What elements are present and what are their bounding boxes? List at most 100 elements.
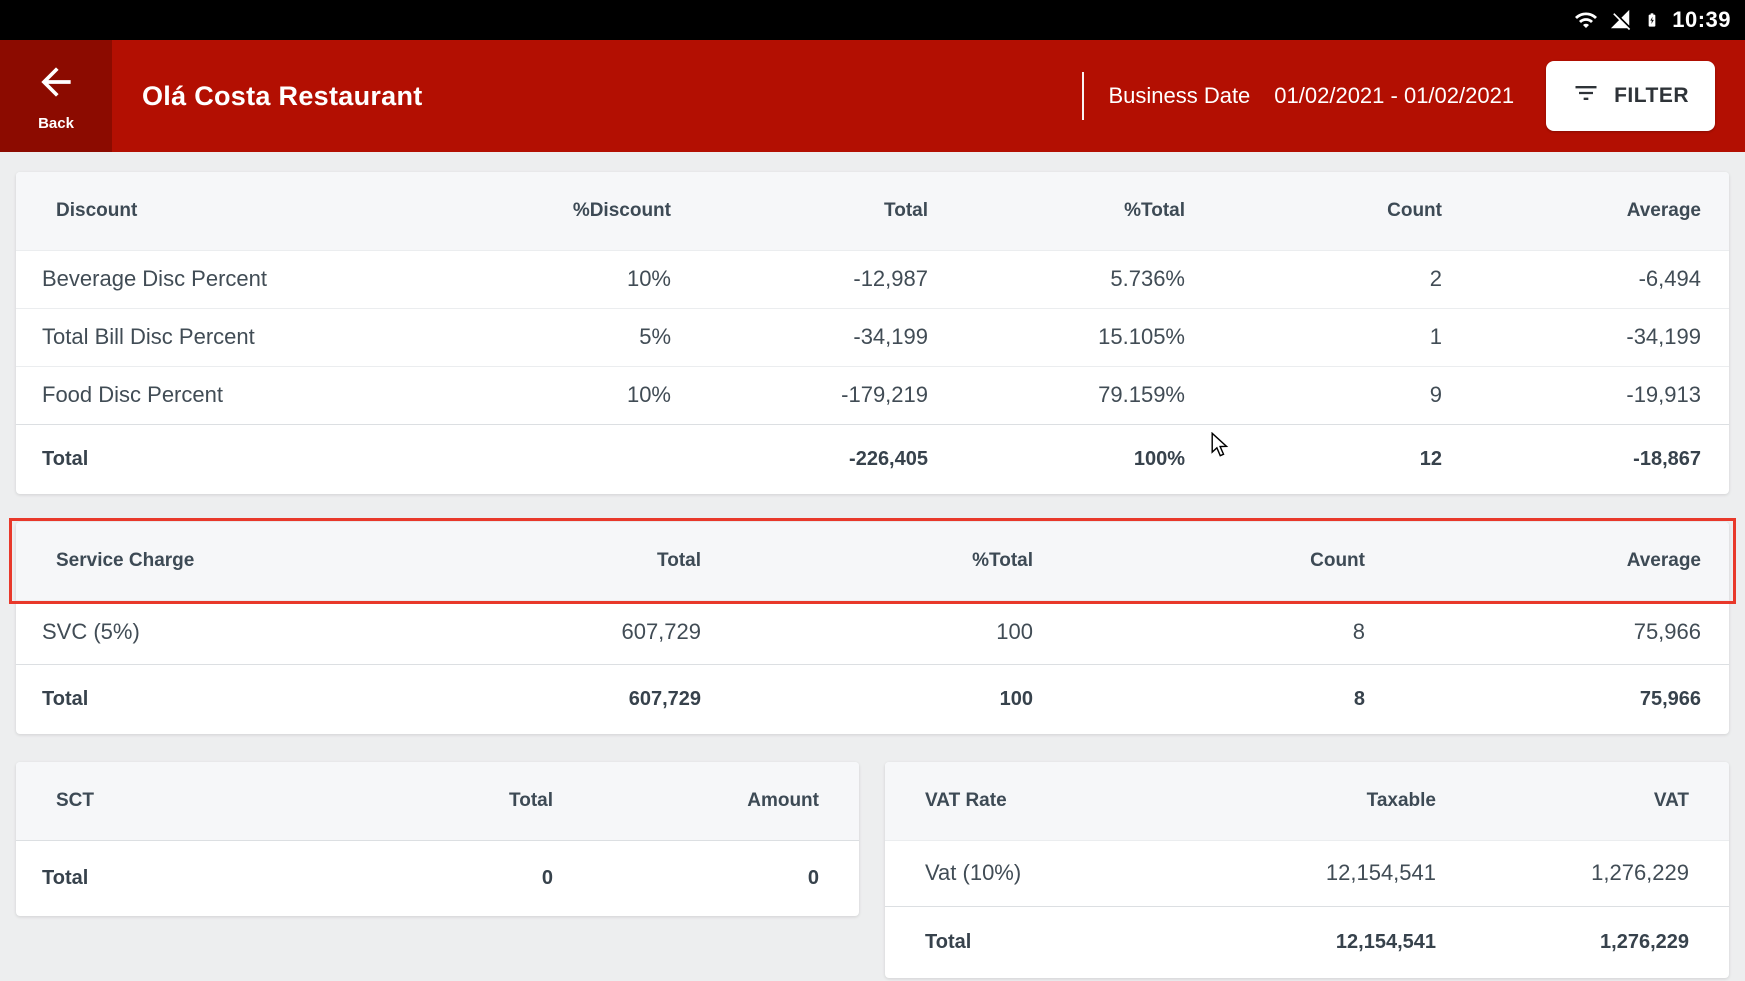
- discount-table: Discount%DiscountTotal%TotalCountAverage…: [16, 172, 1729, 494]
- cell: 100: [713, 600, 1045, 664]
- total-cell: 100%: [940, 424, 1197, 494]
- header-row: SCTTotalAmount: [16, 762, 859, 840]
- total-cell: Total: [16, 664, 381, 734]
- column-header: Discount: [16, 172, 426, 250]
- cell: Beverage Disc Percent: [16, 250, 426, 308]
- column-header: Average: [1454, 172, 1729, 250]
- column-header: Count: [1045, 522, 1377, 600]
- service-charge-table: Service ChargeTotal%TotalCountAverageSVC…: [16, 522, 1729, 734]
- status-bar: 10:39: [0, 0, 1745, 40]
- total-cell: 12,154,541: [1175, 906, 1448, 978]
- cell: 75,966: [1377, 600, 1729, 664]
- cell: 1,276,229: [1448, 840, 1729, 906]
- business-date-value[interactable]: 01/02/2021 - 01/02/2021: [1274, 83, 1514, 109]
- cell: 9: [1197, 366, 1454, 424]
- service-charge-section: Service ChargeTotal%TotalCountAverageSVC…: [16, 522, 1729, 734]
- column-header: Service Charge: [16, 522, 381, 600]
- column-header: Total: [381, 522, 713, 600]
- header-row: VAT RateTaxableVAT: [885, 762, 1729, 840]
- cell: -12,987: [683, 250, 940, 308]
- no-signal-icon: [1610, 9, 1632, 31]
- total-row: Total12,154,5411,276,229: [885, 906, 1729, 978]
- cell: -19,913: [1454, 366, 1729, 424]
- total-cell: -226,405: [683, 424, 940, 494]
- column-header: %Total: [940, 172, 1197, 250]
- column-header: %Total: [713, 522, 1045, 600]
- cell: 12,154,541: [1175, 840, 1448, 906]
- total-cell: Total: [16, 840, 301, 916]
- bottom-row: SCTTotalAmountTotal00 VAT RateTaxableVAT…: [16, 762, 1729, 978]
- table-row: Food Disc Percent10%-179,21979.159%9-19,…: [16, 366, 1729, 424]
- table-row: Total Bill Disc Percent5%-34,19915.105%1…: [16, 308, 1729, 366]
- cell: 2: [1197, 250, 1454, 308]
- vertical-divider: [1082, 72, 1084, 120]
- table-row: Beverage Disc Percent10%-12,9875.736%2-6…: [16, 250, 1729, 308]
- total-cell: 12: [1197, 424, 1454, 494]
- cell: -6,494: [1454, 250, 1729, 308]
- back-arrow-icon: [30, 60, 82, 109]
- total-cell: -18,867: [1454, 424, 1729, 494]
- cell: 5.736%: [940, 250, 1197, 308]
- vat-table: VAT RateTaxableVATVat (10%)12,154,5411,2…: [885, 762, 1729, 978]
- total-row: Total00: [16, 840, 859, 916]
- cell: 5%: [426, 308, 683, 366]
- app-bar-right: Business Date 01/02/2021 - 01/02/2021 FI…: [1082, 61, 1745, 131]
- filter-button[interactable]: FILTER: [1546, 61, 1715, 131]
- table-row: Vat (10%)12,154,5411,276,229: [885, 840, 1729, 906]
- total-cell: 607,729: [381, 664, 713, 734]
- header-row: Service ChargeTotal%TotalCountAverage: [16, 522, 1729, 600]
- business-date-label: Business Date: [1108, 83, 1250, 109]
- cell: 1: [1197, 308, 1454, 366]
- total-cell: 8: [1045, 664, 1377, 734]
- column-header: %Discount: [426, 172, 683, 250]
- wifi-icon: [1574, 8, 1598, 32]
- total-cell: [426, 424, 683, 494]
- cell: -179,219: [683, 366, 940, 424]
- column-header: VAT: [1448, 762, 1729, 840]
- total-cell: 1,276,229: [1448, 906, 1729, 978]
- total-cell: Total: [16, 424, 426, 494]
- service-charge-table-card: Service ChargeTotal%TotalCountAverageSVC…: [16, 522, 1729, 734]
- cell: 79.159%: [940, 366, 1197, 424]
- total-row: Total607,729100875,966: [16, 664, 1729, 734]
- cell: 10%: [426, 366, 683, 424]
- sct-table: SCTTotalAmountTotal00: [16, 762, 859, 916]
- total-cell: 75,966: [1377, 664, 1729, 734]
- column-header: SCT: [16, 762, 301, 840]
- cell: -34,199: [1454, 308, 1729, 366]
- column-header: VAT Rate: [885, 762, 1175, 840]
- header-row: Discount%DiscountTotal%TotalCountAverage: [16, 172, 1729, 250]
- discount-table-card: Discount%DiscountTotal%TotalCountAverage…: [16, 172, 1729, 494]
- column-header: Total: [683, 172, 940, 250]
- total-cell: Total: [885, 906, 1175, 978]
- table-row: SVC (5%)607,729100875,966: [16, 600, 1729, 664]
- cell: Total Bill Disc Percent: [16, 308, 426, 366]
- cell: Food Disc Percent: [16, 366, 426, 424]
- status-time: 10:39: [1672, 7, 1731, 33]
- column-header: Average: [1377, 522, 1729, 600]
- back-label: Back: [38, 115, 74, 132]
- column-header: Total: [301, 762, 565, 840]
- column-header: Amount: [565, 762, 859, 840]
- total-cell: 100: [713, 664, 1045, 734]
- sct-table-card: SCTTotalAmountTotal00: [16, 762, 859, 916]
- cell: Vat (10%): [885, 840, 1175, 906]
- filter-label: FILTER: [1614, 84, 1689, 108]
- cell: 10%: [426, 250, 683, 308]
- screen: 10:39 Back Olá Costa Restaurant Business…: [0, 0, 1745, 981]
- filter-icon: [1572, 79, 1600, 113]
- page-title: Olá Costa Restaurant: [142, 81, 423, 112]
- column-header: Count: [1197, 172, 1454, 250]
- total-cell: 0: [565, 840, 859, 916]
- vat-table-card: VAT RateTaxableVATVat (10%)12,154,5411,2…: [885, 762, 1729, 978]
- battery-charging-icon: [1644, 7, 1660, 33]
- cell: 15.105%: [940, 308, 1197, 366]
- total-row: Total -226,405100%12-18,867: [16, 424, 1729, 494]
- cell: -34,199: [683, 308, 940, 366]
- column-header: Taxable: [1175, 762, 1448, 840]
- total-cell: 0: [301, 840, 565, 916]
- cell: 607,729: [381, 600, 713, 664]
- cell: 8: [1045, 600, 1377, 664]
- back-button[interactable]: Back: [0, 40, 112, 152]
- app-bar: Back Olá Costa Restaurant Business Date …: [0, 40, 1745, 152]
